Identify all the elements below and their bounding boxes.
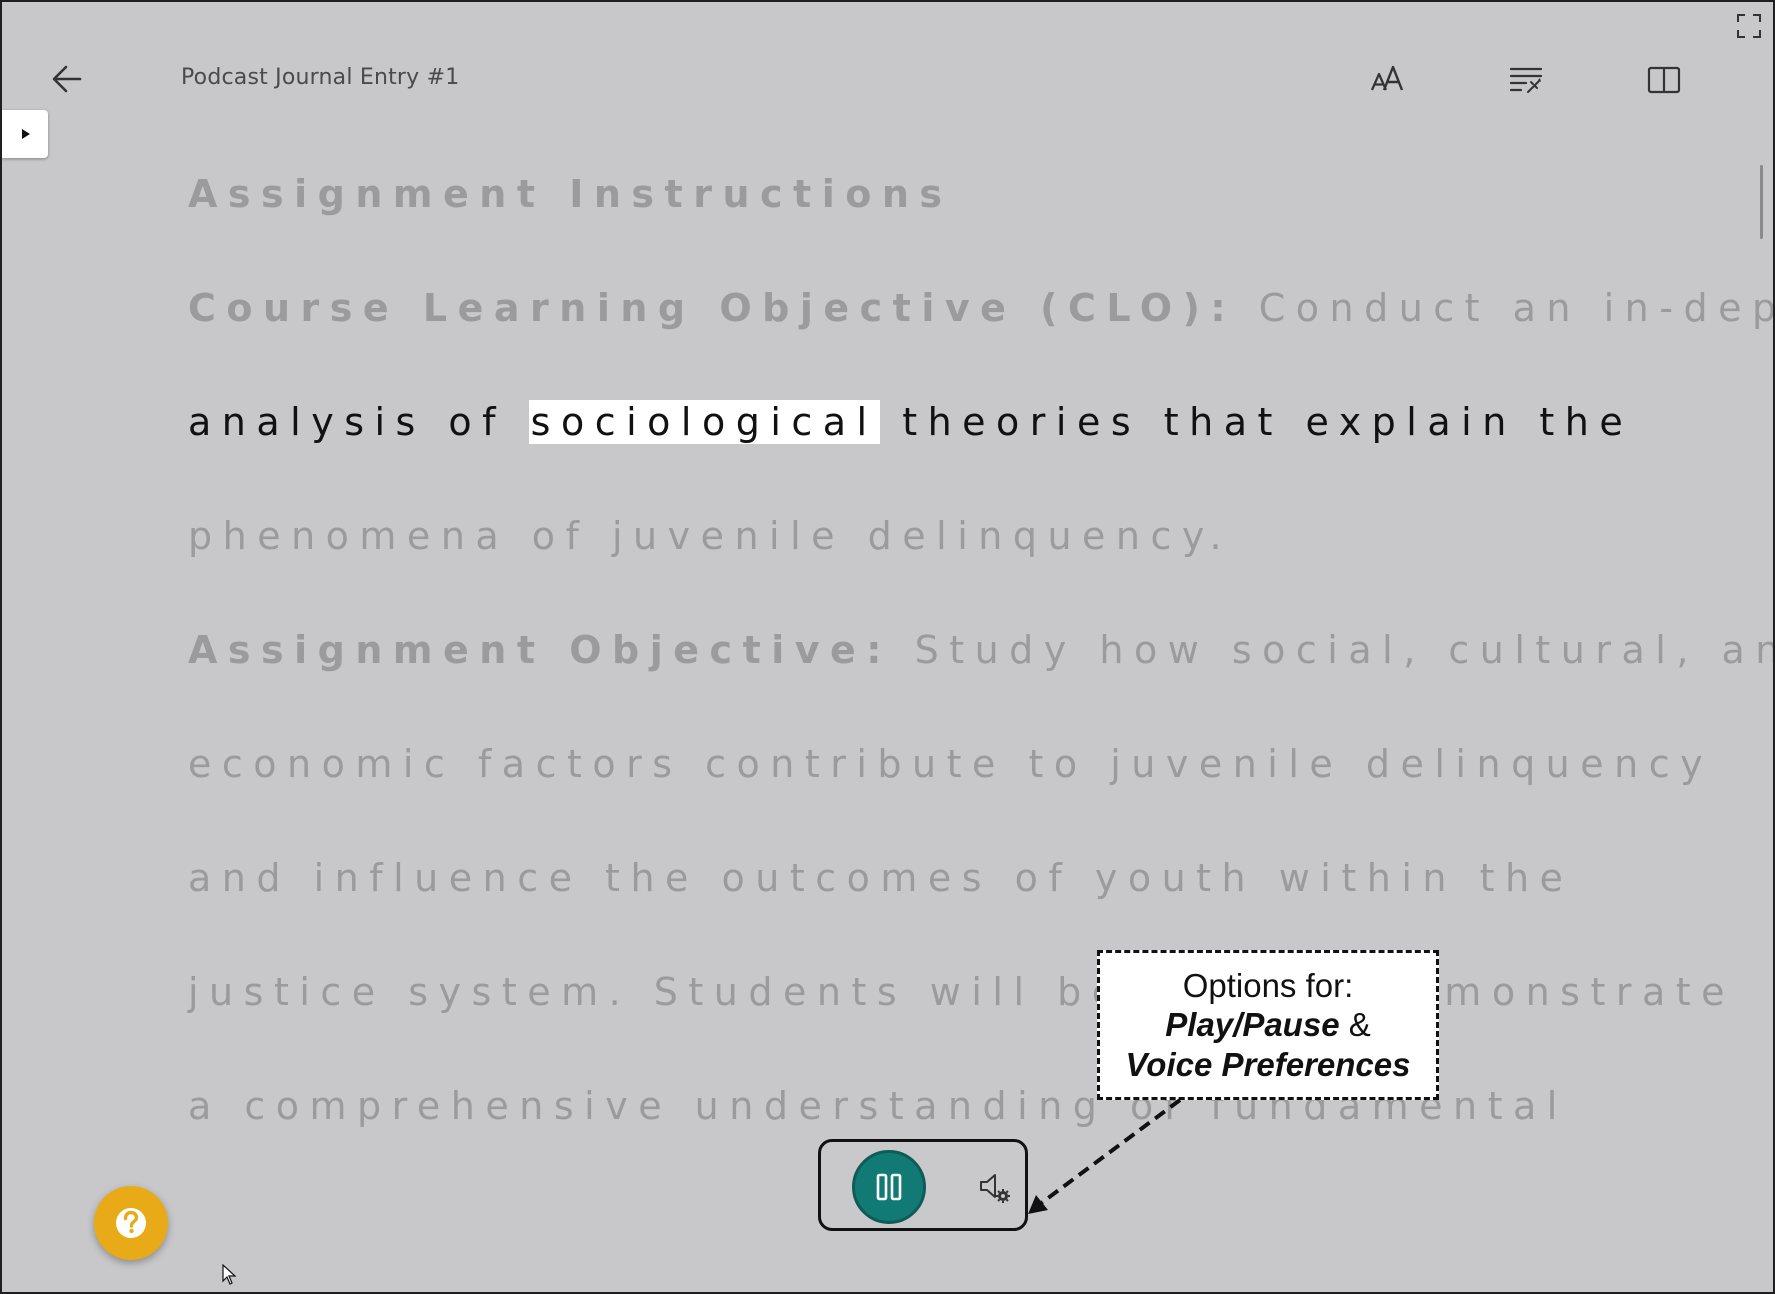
clo-label: Course Learning Objective (CLO): xyxy=(188,286,1237,330)
reading-preferences-icon xyxy=(1509,67,1543,93)
pause-icon xyxy=(876,1173,902,1201)
text-size-button[interactable] xyxy=(1366,58,1410,102)
mouse-cursor-icon xyxy=(222,1264,237,1285)
assignment-objective-label: Assignment Objective: xyxy=(188,628,892,672)
document-title: Podcast Journal Entry #1 xyxy=(181,65,460,90)
callout-voice-preferences: Voice Preferences xyxy=(1125,1046,1411,1083)
text-size-icon xyxy=(1370,65,1404,91)
text-line: Assignment Objective: Study how social, … xyxy=(188,628,1775,672)
callout-play-pause: Play/Pause & xyxy=(1165,1006,1371,1043)
split-view-icon xyxy=(1647,66,1681,94)
reader-window: Podcast Journal Entry #1 Assignment Inst… xyxy=(0,0,1775,1294)
help-button[interactable] xyxy=(94,1186,168,1260)
highlighted-word: sociological xyxy=(528,400,880,444)
fullscreen-button[interactable] xyxy=(1735,12,1763,40)
section-heading: Assignment Instructions xyxy=(188,172,953,216)
text-line: Course Learning Objective (CLO): Conduct… xyxy=(188,286,1773,330)
voice-preferences-button[interactable] xyxy=(977,1170,1013,1206)
audio-player-controls xyxy=(818,1139,1028,1231)
fullscreen-icon xyxy=(1737,14,1761,38)
text-line: phenomena of juvenile delinquency. xyxy=(188,514,1233,558)
callout-heading: Options for: xyxy=(1182,967,1354,1004)
sidebar-toggle-button[interactable] xyxy=(2,110,48,158)
help-question-icon xyxy=(116,1208,146,1238)
arrow-left-icon xyxy=(52,65,82,93)
pause-button[interactable] xyxy=(852,1150,926,1224)
voice-settings-icon xyxy=(980,1174,1010,1203)
text-line: justice system. Students will be able to… xyxy=(188,970,1736,1014)
text-line: and influence the outcomes of youth with… xyxy=(188,856,1574,900)
reading-preferences-button[interactable] xyxy=(1504,58,1548,102)
caret-right-icon xyxy=(22,129,30,139)
active-reading-line: analysis of sociological theories that e… xyxy=(188,400,1634,444)
annotation-callout: Options for: Play/Pause & Voice Preferen… xyxy=(1097,950,1439,1100)
text-line: economic factors contribute to juvenile … xyxy=(188,742,1714,786)
scrollbar-thumb[interactable] xyxy=(1760,165,1763,239)
split-view-button[interactable] xyxy=(1642,58,1686,102)
back-button[interactable] xyxy=(46,58,88,100)
